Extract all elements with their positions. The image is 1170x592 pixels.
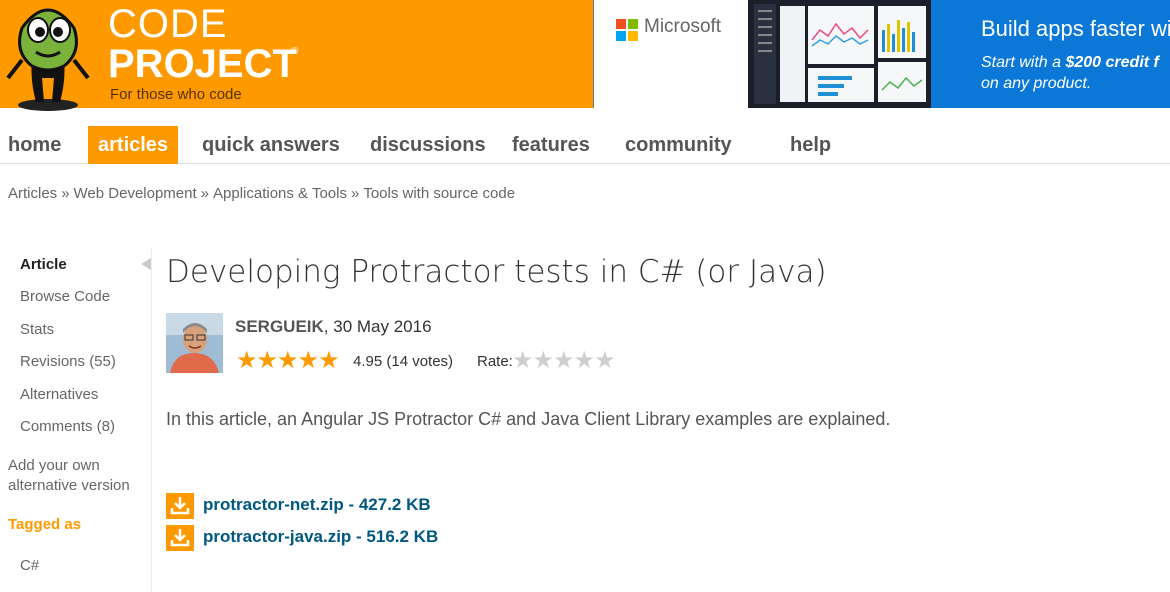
add-alternative-line1: Add your own xyxy=(8,457,100,474)
ad-subtext-line2: on any product. xyxy=(981,75,1092,92)
breadcrumb-articles[interactable]: Articles xyxy=(8,185,57,202)
author-avatar[interactable] xyxy=(166,313,223,373)
download-net-label[interactable]: protractor-net.zip - 427.2 KB xyxy=(203,495,431,515)
download-java-label[interactable]: protractor-java.zip - 516.2 KB xyxy=(203,527,438,547)
registered-mark: ® xyxy=(291,46,299,57)
sidebar-item-browse-code[interactable]: Browse Code xyxy=(20,288,110,305)
bob-mascot-logo[interactable] xyxy=(2,0,94,116)
dashboard-screenshot-image xyxy=(748,0,931,108)
ad-sponsor: Microsoft xyxy=(644,16,722,37)
breadcrumb: Articles» Web Development» Applications & … xyxy=(8,185,515,202)
rate-label: Rate: xyxy=(477,353,513,370)
nav-features[interactable]: features xyxy=(512,126,590,164)
advertisement-banner[interactable]: Microsoft Build apps faster wit Start wi… xyxy=(593,0,1170,108)
tag-csharp[interactable]: C# xyxy=(20,557,39,574)
breadcrumb-web-development[interactable]: Web Development xyxy=(74,185,197,202)
add-alternative-link[interactable]: Add your own alternative version xyxy=(8,456,130,496)
author-byline: SERGUEIK, 30 May 2016 xyxy=(235,317,432,337)
ad-subtext-credit: $200 credit f xyxy=(1065,54,1159,71)
breadcrumb-separator: » xyxy=(200,185,209,202)
rate-stars-input[interactable]: ★★★★★ xyxy=(512,345,616,375)
author-name[interactable]: SERGUEIK xyxy=(235,317,324,336)
sidebar-item-alternatives[interactable]: Alternatives xyxy=(20,386,98,403)
sidebar-item-comments[interactable]: Comments (8) xyxy=(20,418,115,435)
breadcrumb-separator: » xyxy=(61,185,70,202)
site-header: CODE PROJECT ® For those who code Micros… xyxy=(0,0,1170,111)
breadcrumb-tools-with-source-code[interactable]: Tools with source code xyxy=(363,185,515,202)
download-icon xyxy=(166,525,194,551)
brand-tagline: For those who code xyxy=(110,86,242,103)
nav-home[interactable]: home xyxy=(8,126,61,164)
main-nav: home articles quick answers discussions … xyxy=(0,126,1170,164)
add-alternative-line2: alternative version xyxy=(8,477,130,494)
collapse-arrow-icon[interactable] xyxy=(141,258,151,270)
publish-date: , 30 May 2016 xyxy=(323,317,432,336)
nav-help[interactable]: help xyxy=(790,126,831,164)
nav-articles[interactable]: articles xyxy=(88,126,179,164)
brand-code-text: CODE xyxy=(108,2,228,46)
ad-promo-panel: Build apps faster wit Start with a $200 … xyxy=(931,0,1170,108)
article-sidebar: Article Browse Code Stats Revisions (55)… xyxy=(0,248,152,592)
rating-stars-icon: ★★★★★ xyxy=(236,346,340,374)
nav-community[interactable]: community xyxy=(625,126,732,164)
ad-headline: Build apps faster wit xyxy=(981,16,1170,41)
nav-quick-answers[interactable]: quick answers xyxy=(202,126,340,164)
sidebar-item-article[interactable]: Article xyxy=(20,256,67,273)
download-icon xyxy=(166,493,194,519)
article-summary: In this article, an Angular JS Protracto… xyxy=(166,409,891,429)
microsoft-logo-icon xyxy=(616,19,638,41)
article-title: Developing Protractor tests in C# (or Ja… xyxy=(166,254,827,290)
tagged-as-heading: Tagged as xyxy=(8,516,82,533)
breadcrumb-applications-tools[interactable]: Applications & Tools xyxy=(213,185,347,202)
nav-discussions[interactable]: discussions xyxy=(370,126,486,164)
ad-subtext-prefix: Start with a xyxy=(981,54,1066,71)
breadcrumb-separator: » xyxy=(350,185,360,202)
ad-subtext: Start with a $200 credit f on any produc… xyxy=(981,52,1159,94)
rating-score: 4.95 (14 votes) xyxy=(353,353,454,370)
brand-project-text: PROJECT xyxy=(108,42,297,86)
sidebar-item-revisions[interactable]: Revisions (55) xyxy=(20,353,116,370)
sidebar-item-stats[interactable]: Stats xyxy=(20,321,54,338)
